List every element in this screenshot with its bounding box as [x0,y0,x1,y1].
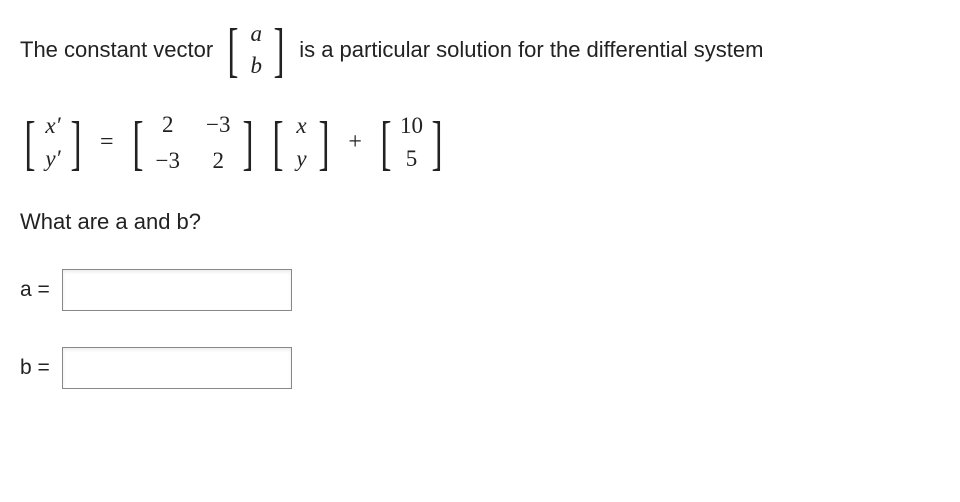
left-bracket-icon: [ [132,113,143,173]
coefficient-matrix: [ 2 −3 −3 2 ] [128,112,259,174]
equals-sign: = [96,129,118,156]
forcing-vector: [ 10 5 ] [376,110,447,174]
xvec-x: x [292,110,310,142]
left-bracket-icon: [ [228,20,239,80]
intro-text-after: is a particular solution for the differe… [299,37,763,63]
right-bracket-icon: ] [70,113,81,173]
matrix-r2c1: −3 [156,148,180,174]
xy-vector: [ x y ] [268,110,334,174]
plus-sign: + [344,129,366,156]
left-bracket-icon: [ [380,113,391,173]
answer-b-row: b = [20,347,940,389]
f-bottom: 5 [402,143,420,175]
vec-entry-a: a [247,18,265,50]
right-bracket-icon: ] [274,20,285,80]
right-bracket-icon: ] [243,113,254,173]
xvec-y: y [292,143,310,175]
matrix-r1c1: 2 [156,112,180,138]
lhs-vector: [ x′ y′ ] [20,110,86,174]
lhs-x-prime: x′ [44,110,62,142]
answer-a-row: a = [20,269,940,311]
right-bracket-icon: ] [431,113,442,173]
matrix-r1c2: −3 [206,112,230,138]
constant-vector: [ a b ] [223,18,289,82]
left-bracket-icon: [ [24,113,35,173]
vec-entry-b: b [247,50,265,82]
matrix-r2c2: 2 [206,148,230,174]
left-bracket-icon: [ [273,113,284,173]
lhs-y-prime: y′ [44,143,62,175]
right-bracket-icon: ] [319,113,330,173]
problem-intro-line: The constant vector [ a b ] is a particu… [20,18,940,82]
differential-system-equation: [ x′ y′ ] = [ 2 −3 −3 2 ] [ x y ] + [ 10… [20,110,940,174]
intro-text-before: The constant vector [20,37,213,63]
f-top: 10 [400,110,423,142]
b-label: b = [20,356,50,380]
a-label: a = [20,278,50,302]
b-input[interactable] [62,347,292,389]
question-text: What are a and b? [20,209,940,235]
a-input[interactable] [62,269,292,311]
